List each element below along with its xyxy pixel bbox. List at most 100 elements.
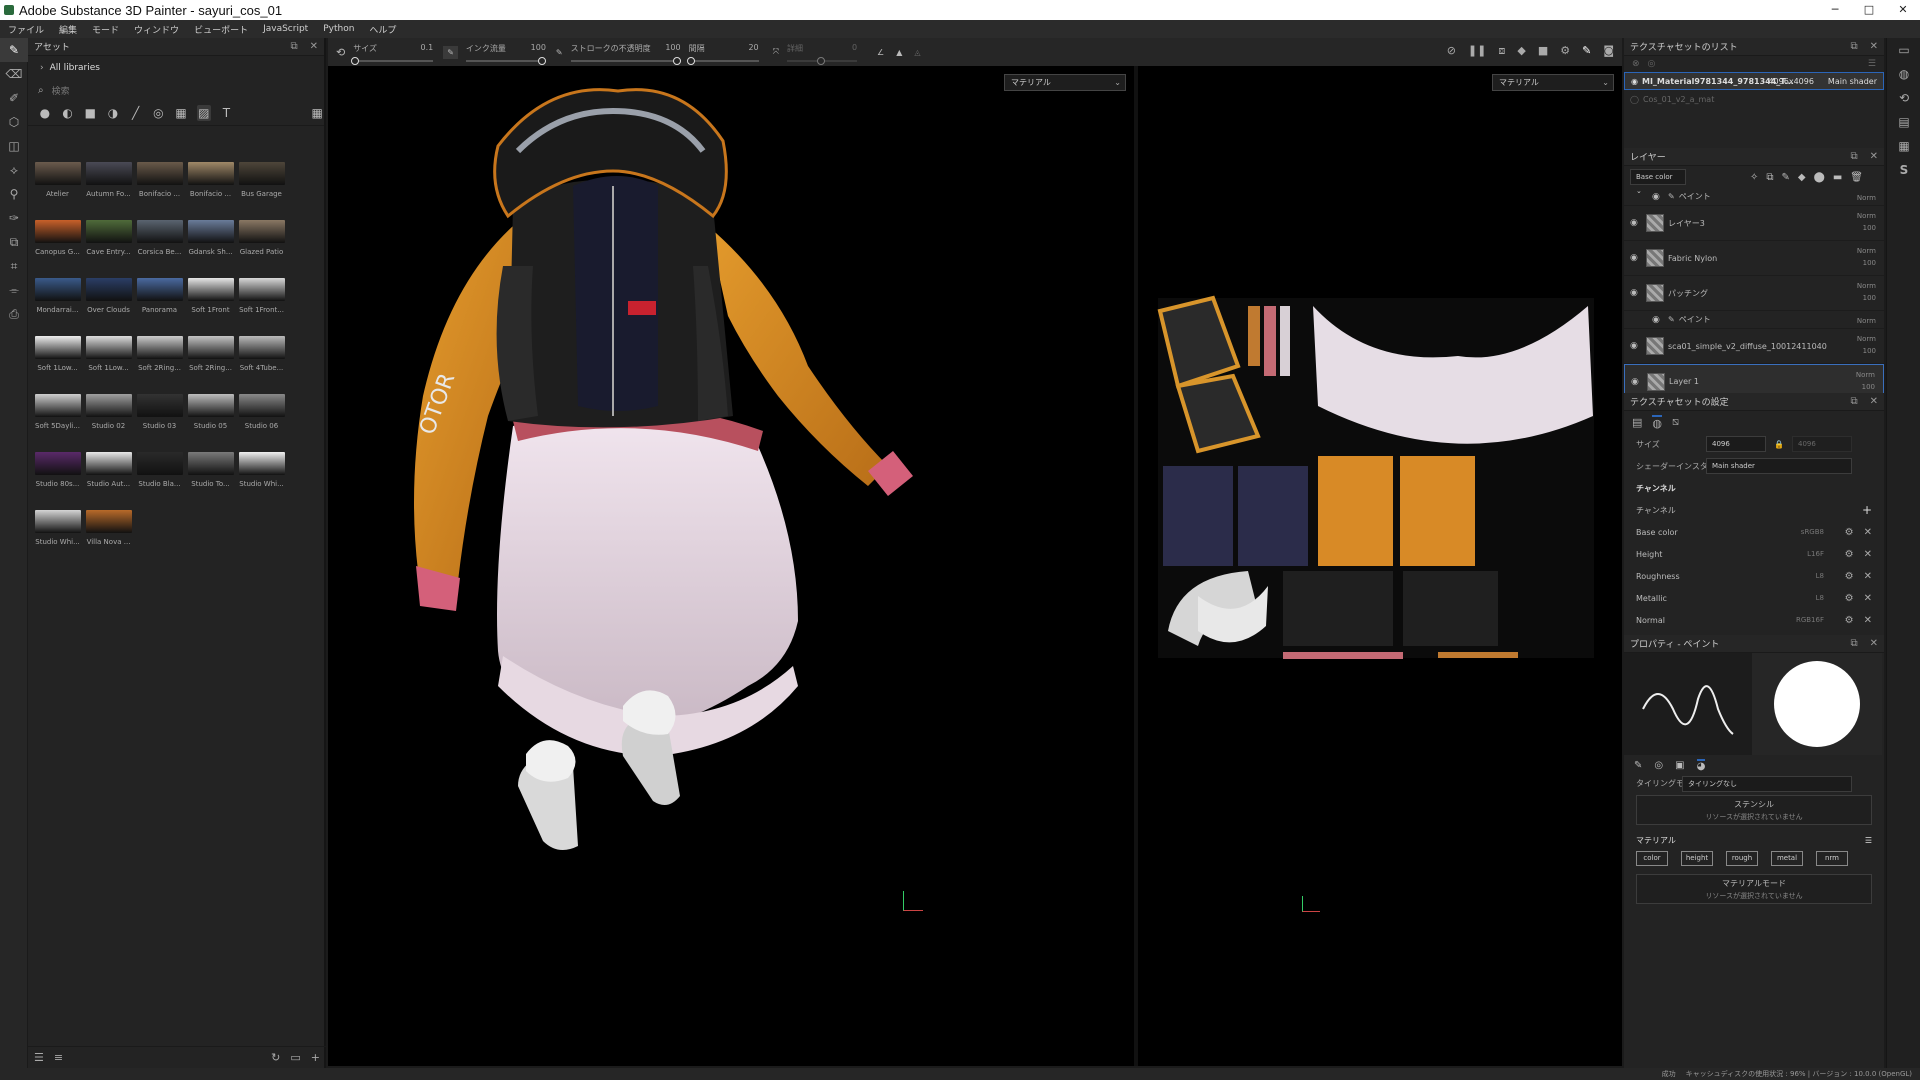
- menu-edit[interactable]: 編集: [59, 23, 77, 36]
- layer-row[interactable]: ◉ sca01_simple_v2_diffuse_10012411040 Norm…: [1624, 329, 1884, 364]
- eye-icon[interactable]: ◉: [1630, 288, 1642, 298]
- asset-item[interactable]: Studio Whi...: [32, 496, 83, 554]
- size-select[interactable]: 4096: [1706, 436, 1766, 452]
- substance-icon[interactable]: S: [1887, 158, 1920, 182]
- asset-item[interactable]: Bonifacio ...: [185, 148, 236, 206]
- shader-select[interactable]: Main shader: [1706, 458, 1852, 474]
- angle-icon[interactable]: ∠: [877, 48, 884, 57]
- library-selector[interactable]: › All libraries: [28, 56, 324, 80]
- channel-format[interactable]: sRGB8: [1801, 528, 1824, 536]
- environment-icon[interactable]: ▨: [196, 104, 211, 121]
- gear-icon[interactable]: ⚙: [1845, 615, 1854, 626]
- remove-icon[interactable]: ✕: [1864, 615, 1872, 626]
- close-icon[interactable]: ✕: [1870, 38, 1878, 56]
- menu-javascript[interactable]: JavaScript: [263, 24, 308, 34]
- pattern-icon[interactable]: ◑: [106, 105, 120, 121]
- spacing-knob[interactable]: [686, 56, 695, 65]
- float-icon[interactable]: ⧉: [1850, 148, 1857, 166]
- layer-blend[interactable]: Norm 100: [1857, 333, 1876, 357]
- lazy-mouse-icon[interactable]: ⟲: [336, 46, 345, 59]
- history-icon[interactable]: ⟲: [1887, 86, 1920, 110]
- textureset-item[interactable]: ◉ MI_Material9781344_9781344_T... 4096x4…: [1624, 72, 1884, 90]
- layer-row[interactable]: ◉ ✎ ペイント Norm: [1624, 188, 1884, 206]
- asset-item[interactable]: Bonifacio ...: [134, 148, 185, 206]
- float-icon[interactable]: ⧉: [1850, 393, 1857, 411]
- asset-item[interactable]: Cave Entry...: [83, 206, 134, 264]
- details-view-icon[interactable]: ≡: [54, 1051, 63, 1064]
- layer-blend[interactable]: Norm: [1857, 315, 1876, 327]
- menu-icon[interactable]: ☰: [1865, 836, 1872, 845]
- asset-item[interactable]: Studio 06: [236, 380, 287, 438]
- asset-search[interactable]: ⌕ 検索: [28, 80, 324, 100]
- export-icon[interactable]: ⎙: [0, 302, 28, 326]
- paint-mode-icon[interactable]: ✎: [1582, 44, 1591, 58]
- maximize-button[interactable]: □: [1852, 0, 1886, 20]
- sphere-icon[interactable]: ●: [38, 105, 52, 121]
- close-icon[interactable]: ✕: [1870, 393, 1878, 411]
- add-channel-icon[interactable]: +: [1862, 503, 1872, 517]
- eye-icon[interactable]: ◉: [1652, 192, 1664, 202]
- hide-icon[interactable]: ⊘: [1447, 44, 1456, 58]
- smudge-icon[interactable]: ⟡: [0, 158, 28, 182]
- textureset-item[interactable]: ◯ Cos_01_v2_a_mat: [1624, 90, 1884, 108]
- opacity-knob[interactable]: [672, 56, 681, 65]
- split-view-icon[interactable]: ⧈: [1498, 44, 1505, 58]
- asset-item[interactable]: Studio 02: [83, 380, 134, 438]
- asset-item[interactable]: Studio 80s...: [32, 438, 83, 496]
- material-mode-slot[interactable]: マテリアルモード リソースが選択されていません: [1636, 874, 1872, 904]
- jitter-slider[interactable]: 詳細 0: [787, 43, 858, 65]
- asset-item[interactable]: Panorama: [134, 264, 185, 322]
- asset-item[interactable]: Studio 05: [185, 380, 236, 438]
- channel-format[interactable]: RGB16F: [1796, 616, 1824, 624]
- asset-item[interactable]: Soft 5Dayli...: [32, 380, 83, 438]
- delete-icon[interactable]: 🗑: [1850, 172, 1863, 183]
- remove-icon[interactable]: ✕: [1864, 593, 1872, 604]
- menu-file[interactable]: ファイル: [8, 23, 44, 36]
- eraser-icon[interactable]: ⌫: [0, 62, 28, 86]
- remove-icon[interactable]: ✕: [1864, 571, 1872, 582]
- cube-icon[interactable]: ■: [83, 105, 97, 121]
- opacity-slider[interactable]: ストロークの不透明度 100: [570, 43, 681, 65]
- asset-item[interactable]: Soft 1Front...: [236, 264, 287, 322]
- layer-blend[interactable]: Norm 100: [1856, 369, 1875, 393]
- symmetry-icon[interactable]: ▲: [896, 48, 902, 57]
- asset-item[interactable]: Glazed Patio: [236, 206, 287, 264]
- asset-item[interactable]: Corsica Be...: [134, 206, 185, 264]
- asset-item[interactable]: Soft 1Low...: [83, 322, 134, 380]
- channel-row[interactable]: Height L16F ⚙ ✕: [1624, 543, 1884, 565]
- gear-icon[interactable]: ⚙: [1845, 593, 1854, 604]
- close-icon[interactable]: ✕: [310, 38, 318, 56]
- 3d-view-icon[interactable]: ◆: [1517, 44, 1525, 58]
- tab-settings-icon[interactable]: ▤: [1632, 416, 1642, 429]
- channel-format[interactable]: L8: [1816, 572, 1824, 580]
- close-button[interactable]: ✕: [1886, 0, 1920, 20]
- text-icon[interactable]: T: [220, 105, 234, 121]
- list-view-icon[interactable]: ☰: [34, 1051, 44, 1064]
- screenshot-icon[interactable]: ◙: [1603, 44, 1614, 58]
- size-knob[interactable]: [351, 56, 360, 65]
- asset-item[interactable]: Soft 2Ring...: [134, 322, 185, 380]
- tiling-select[interactable]: タイリングなし: [1682, 776, 1852, 792]
- asset-item[interactable]: Over Clouds: [83, 264, 134, 322]
- symmetry-off-icon[interactable]: ◬: [914, 48, 920, 57]
- menu-viewport[interactable]: ビューポート: [194, 23, 248, 36]
- channel-row[interactable]: Base color sRGB8 ⚙ ✕: [1624, 521, 1884, 543]
- float-icon[interactable]: ⧉: [1850, 635, 1857, 653]
- fill-icon[interactable]: ◫: [0, 134, 28, 158]
- tab-alpha-icon[interactable]: ◎: [1654, 760, 1663, 771]
- add-smart-icon[interactable]: ⬤: [1814, 172, 1825, 183]
- menu-python[interactable]: Python: [323, 24, 354, 34]
- layer-blend[interactable]: Norm 100: [1857, 280, 1876, 304]
- layer-blend[interactable]: Norm 100: [1857, 210, 1876, 234]
- asset-item[interactable]: Bus Garage: [236, 148, 287, 206]
- asset-item[interactable]: Studio Bla...: [134, 438, 185, 496]
- channel-format[interactable]: L8: [1816, 594, 1824, 602]
- menu-icon[interactable]: ☰: [1868, 59, 1876, 69]
- eye-icon[interactable]: ◉: [1652, 315, 1664, 325]
- link-icon[interactable]: ⊗: [1632, 59, 1640, 69]
- pause-icon[interactable]: ❚❚: [1468, 44, 1486, 58]
- asset-item[interactable]: Mondarrai...: [32, 264, 83, 322]
- eye-icon[interactable]: ◎: [1648, 59, 1656, 69]
- clone-icon[interactable]: ⚲: [0, 182, 28, 206]
- add-icon[interactable]: +: [311, 1051, 320, 1064]
